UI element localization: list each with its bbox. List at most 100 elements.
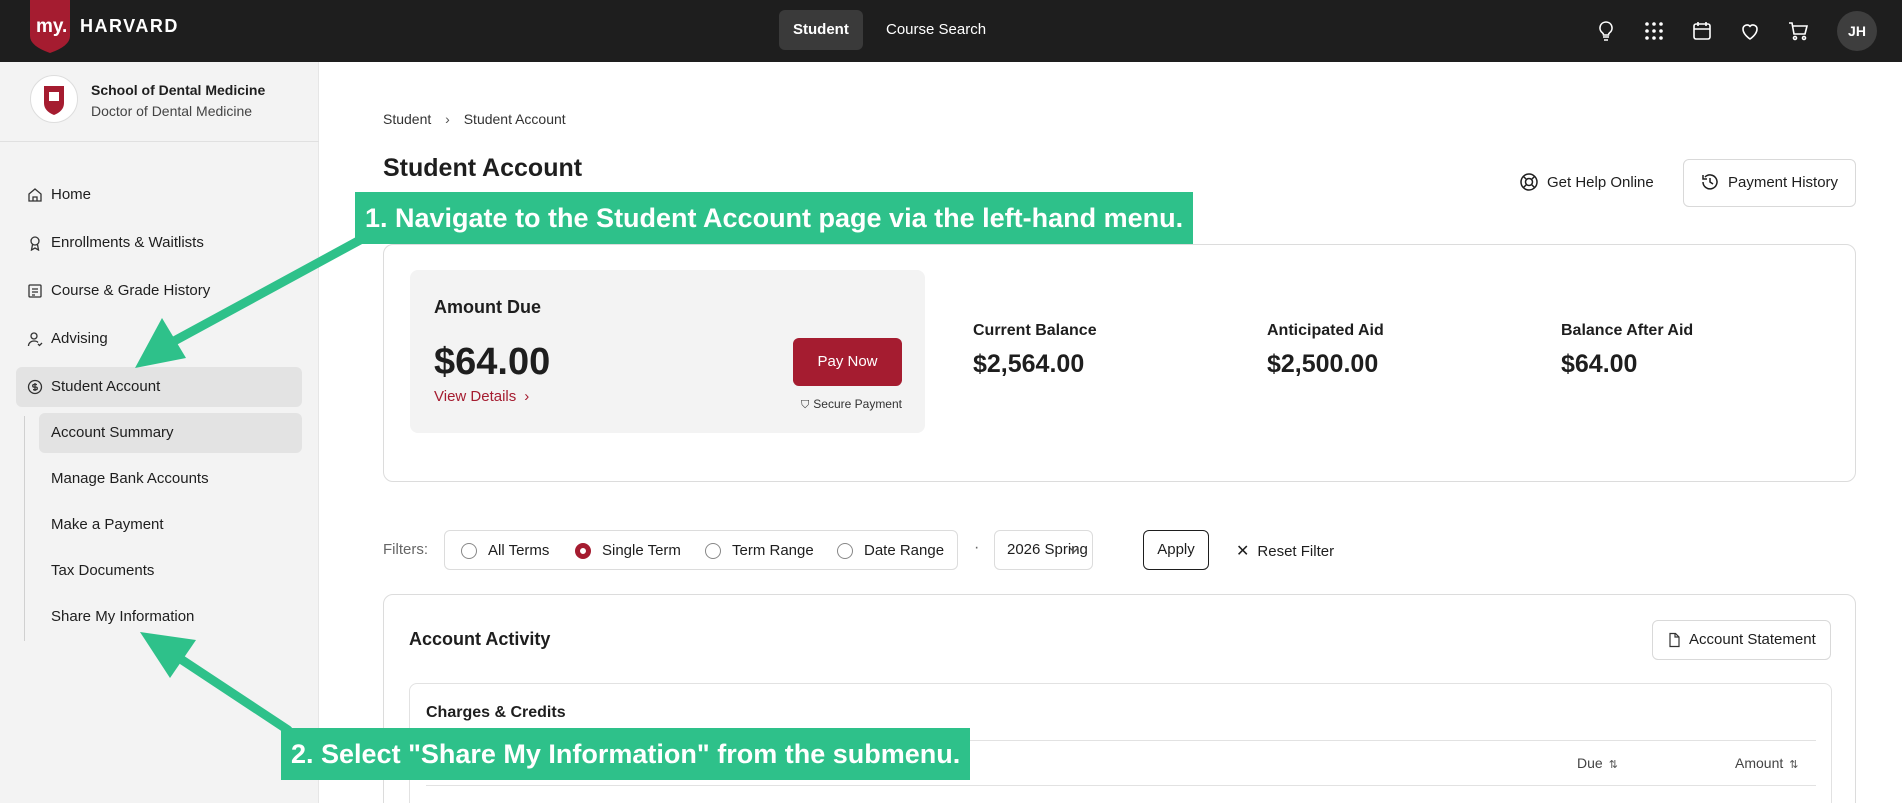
- radio-label: Term Range: [732, 542, 814, 559]
- pdf-document-icon: [1669, 632, 1680, 648]
- sidebar-item-label: Home: [51, 186, 92, 203]
- payment-history-label: Payment History: [1728, 174, 1839, 191]
- submenu-item-tax-documents[interactable]: Tax Documents: [39, 551, 302, 591]
- radio-circle: [461, 543, 477, 559]
- lightbulb-icon[interactable]: [1594, 19, 1618, 43]
- account-summary-card: Amount Due $64.00 View Details › Pay Now …: [383, 244, 1856, 482]
- radio-circle: [837, 543, 853, 559]
- sidebar-item-student-account[interactable]: Student Account: [16, 367, 302, 407]
- submenu-item-share-my-information[interactable]: Share My Information: [39, 597, 302, 637]
- anticipated-aid-value: $2,500.00: [1267, 350, 1379, 378]
- current-balance-stat: Current Balance $2,564.00: [973, 322, 1097, 379]
- chevron-down-icon: [1069, 547, 1079, 553]
- sidebar-item-label: Advising: [51, 330, 108, 347]
- submenu-item-label: Account Summary: [51, 424, 174, 441]
- breadcrumb-current: Student Account: [463, 111, 566, 127]
- history-clock-icon: [1702, 174, 1718, 190]
- school-header[interactable]: School of Dental Medicine Doctor of Dent…: [0, 62, 319, 142]
- user-avatar[interactable]: JH: [1837, 11, 1877, 51]
- sidebar-item-enrollments[interactable]: Enrollments & Waitlists: [16, 223, 302, 263]
- account-activity-title: Account Activity: [409, 629, 551, 649]
- filters-label: Filters:: [383, 541, 428, 558]
- submenu-item-account-summary[interactable]: Account Summary: [39, 413, 302, 453]
- sidebar-item-advising[interactable]: Advising: [16, 319, 302, 359]
- shield-check-icon: ⛉: [801, 399, 810, 411]
- term-select-dropdown[interactable]: 2026 Spring: [994, 530, 1093, 570]
- annotation-step-2: 2. Select "Share My Information" from th…: [281, 728, 971, 780]
- nav-student[interactable]: Student: [779, 10, 863, 50]
- current-balance-label: Current Balance: [973, 322, 1097, 339]
- amount-due-box: Amount Due $64.00 View Details › Pay Now …: [410, 270, 925, 433]
- term-filter-radio-group: All Terms Single Term Term Range Date Ra…: [444, 530, 958, 570]
- cart-icon[interactable]: [1786, 19, 1810, 43]
- page-title: Student Account: [383, 154, 583, 182]
- submenu-item-make-a-payment[interactable]: Make a Payment: [39, 505, 302, 545]
- submenu-item-label: Manage Bank Accounts: [51, 470, 209, 487]
- breadcrumb-student[interactable]: Student: [383, 111, 431, 127]
- history-list-icon: [28, 284, 42, 298]
- charges-credits-title: Charges & Credits: [426, 704, 566, 721]
- column-header-due[interactable]: Due ⇅: [1577, 755, 1618, 771]
- school-degree: Doctor of Dental Medicine: [91, 103, 253, 119]
- submenu-item-label: Make a Payment: [51, 516, 164, 533]
- view-details-link[interactable]: View Details ›: [434, 388, 529, 405]
- dollar-circle-icon: [27, 379, 43, 395]
- amount-due-value: $64.00: [434, 341, 551, 383]
- payment-history-button[interactable]: Payment History: [1683, 159, 1856, 207]
- column-header-amount[interactable]: Amount ⇅: [1735, 755, 1798, 771]
- sort-icon: ⇅: [1789, 759, 1799, 771]
- get-help-online-button[interactable]: Get Help Online: [1505, 159, 1668, 207]
- submenu-item-label: Tax Documents: [51, 562, 155, 579]
- sidebar: School of Dental Medicine Doctor of Dent…: [0, 62, 319, 803]
- sidebar-item-label: Student Account: [51, 378, 161, 395]
- submenu-item-label: Share My Information: [51, 608, 195, 625]
- radio-circle-selected: [575, 543, 591, 559]
- radio-circle: [705, 543, 721, 559]
- balance-after-aid-label: Balance After Aid: [1561, 322, 1694, 339]
- heart-icon[interactable]: [1738, 19, 1762, 43]
- filter-separator: ·: [974, 539, 980, 556]
- column-label: Amount: [1735, 755, 1784, 771]
- submenu-divider: [24, 416, 25, 641]
- apply-filter-button[interactable]: Apply: [1143, 530, 1209, 570]
- secure-payment-label: Secure Payment: [813, 397, 902, 411]
- account-statement-button[interactable]: Account Statement: [1652, 620, 1831, 660]
- logo-harvard-text: HARVARD: [80, 16, 179, 36]
- current-balance-value: $2,564.00: [973, 350, 1085, 378]
- sidebar-item-course-history[interactable]: Course & Grade History: [16, 271, 302, 311]
- amount-due-label: Amount Due: [434, 297, 541, 317]
- sidebar-item-home[interactable]: Home: [16, 175, 302, 215]
- secure-payment-note: ⛉ Secure Payment: [793, 397, 902, 412]
- get-help-online-label: Get Help Online: [1547, 174, 1654, 191]
- balance-after-aid-value: $64.00: [1561, 350, 1638, 378]
- chevron-right-icon: ›: [524, 388, 530, 405]
- calendar-icon[interactable]: [1690, 19, 1714, 43]
- chevron-right-icon: ›: [445, 111, 450, 127]
- annotation-step-1: 1. Navigate to the Student Account page …: [355, 192, 1194, 244]
- submenu-item-manage-bank-accounts[interactable]: Manage Bank Accounts: [39, 459, 302, 499]
- close-icon: ✕: [1236, 543, 1250, 560]
- breadcrumb: Student › Student Account: [383, 111, 566, 127]
- school-seal-logo: [30, 75, 78, 123]
- sidebar-item-label: Course & Grade History: [51, 282, 211, 299]
- home-icon: [28, 188, 42, 202]
- radio-label: All Terms: [488, 542, 550, 559]
- user-advising-icon: [27, 332, 43, 347]
- top-navigation-bar: my. HARVARD Student Course Search JH: [0, 0, 1902, 62]
- sidebar-item-label: Enrollments & Waitlists: [51, 234, 204, 251]
- balance-after-aid-stat: Balance After Aid $64.00: [1561, 322, 1693, 379]
- reset-filter-button[interactable]: ✕ Reset Filter: [1236, 541, 1334, 561]
- apps-grid-icon[interactable]: [1642, 19, 1666, 43]
- radio-label: Date Range: [864, 542, 945, 559]
- pay-now-button[interactable]: Pay Now: [793, 338, 902, 386]
- lifebuoy-icon: [1520, 173, 1538, 191]
- logo-my-text: my.: [36, 16, 68, 37]
- view-details-label: View Details: [434, 388, 517, 405]
- radio-label: Single Term: [602, 542, 681, 559]
- ribbon-icon: [30, 236, 40, 251]
- nav-course-search[interactable]: Course Search: [872, 10, 1000, 50]
- school-name: School of Dental Medicine: [91, 82, 266, 98]
- anticipated-aid-label: Anticipated Aid: [1267, 322, 1384, 339]
- sort-icon: ⇅: [1608, 759, 1618, 771]
- column-label: Due: [1577, 755, 1603, 771]
